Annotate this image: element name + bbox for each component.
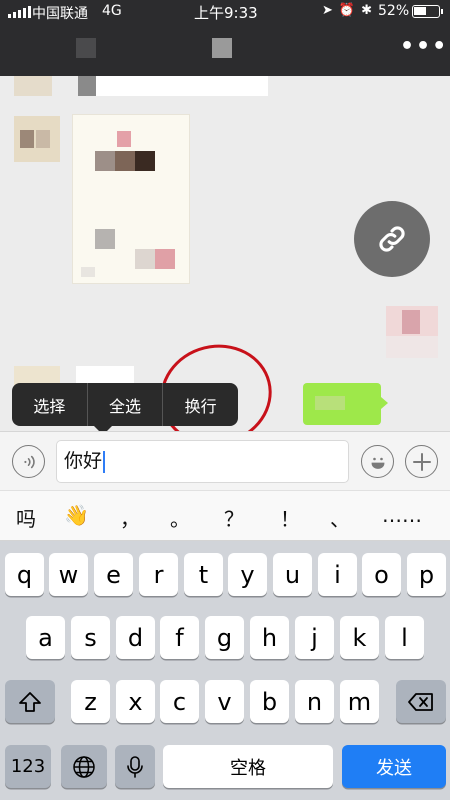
key-r[interactable]: r [139,553,178,596]
candidate-item[interactable]: 。 [170,503,190,532]
key-h[interactable]: h [250,616,289,659]
space-key[interactable]: 空格 [163,745,333,788]
status-time: 上午9:33 [194,4,258,22]
my-avatar-blurred[interactable] [386,306,438,358]
network-type: 4G [102,3,122,19]
key-j[interactable]: j [295,616,334,659]
key-y[interactable]: y [228,553,267,596]
plus-icon [412,452,431,471]
key-v[interactable]: v [205,680,244,723]
key-w[interactable]: w [49,553,88,596]
chat-title-blurred [212,38,232,58]
link-floating-button[interactable] [354,201,430,277]
key-t[interactable]: t [184,553,223,596]
image-message-blurred[interactable] [72,114,190,284]
message-input-bar: 你好 [0,431,450,490]
status-bar: 中国联通 4G 上午9:33 ➤⏰✱ 52% [0,0,450,24]
candidate-item[interactable]: ？ [224,503,244,532]
link-icon [379,226,405,252]
avatar-blurred[interactable] [14,76,52,96]
send-key[interactable]: 发送 [342,745,446,788]
back-button-blurred[interactable] [76,38,96,58]
key-f[interactable]: f [160,616,199,659]
key-c[interactable]: c [160,680,199,723]
keyboard: q w e r t y u i o p a s d f g h j k l z … [0,541,450,800]
text-context-menu: 选择 全选 换行 [12,383,238,426]
menu-select[interactable]: 选择 [12,383,88,426]
message-input[interactable]: 你好 [56,440,349,483]
shift-icon [19,691,41,712]
alarm-icon: ⏰ [338,3,362,18]
signal-strength-icon [8,6,31,18]
menu-select-all[interactable]: 全选 [88,383,164,426]
text-cursor [103,450,106,473]
candidate-item[interactable]: ， [120,503,140,532]
bluetooth-icon: ✱ [361,3,378,18]
voice-icon [23,455,35,468]
key-p[interactable]: p [407,553,446,596]
battery-percent: 52% [378,3,410,19]
key-z[interactable]: z [71,680,110,723]
key-q[interactable]: q [5,553,44,596]
menu-new-line[interactable]: 换行 [163,383,238,426]
key-a[interactable]: a [26,616,65,659]
ime-candidate-bar: 吗 👋 ， 。 ？ ！ 、 …… [0,490,450,541]
key-o[interactable]: o [362,553,401,596]
key-e[interactable]: e [94,553,133,596]
key-u[interactable]: u [273,553,312,596]
emoji-button[interactable] [361,445,394,478]
key-s[interactable]: s [71,616,110,659]
plus-more-button[interactable] [405,445,438,478]
message-input-text: 你好 [64,450,103,472]
key-b[interactable]: b [250,680,289,723]
key-x[interactable]: x [116,680,155,723]
top-bar: 中国联通 4G 上午9:33 ➤⏰✱ 52% ••• [0,0,450,76]
dictation-key[interactable] [115,745,155,788]
smiley-icon [371,457,384,469]
key-i[interactable]: i [318,553,357,596]
key-d[interactable]: d [116,616,155,659]
candidate-item[interactable]: 、 [330,503,350,532]
candidate-item[interactable]: …… [382,503,422,527]
candidate-item[interactable]: 👋 [64,503,89,527]
key-g[interactable]: g [205,616,244,659]
avatar-blurred[interactable] [14,116,60,162]
delete-key[interactable] [396,680,446,723]
more-options-icon[interactable]: ••• [400,34,448,59]
globe-key[interactable] [61,745,107,788]
battery-icon [412,5,443,18]
key-m[interactable]: m [340,680,379,723]
key-l[interactable]: l [385,616,424,659]
globe-icon [73,755,95,778]
key-n[interactable]: n [295,680,334,723]
message-blurred-bar [96,76,268,96]
key-k[interactable]: k [340,616,379,659]
candidate-item[interactable]: ！ [280,503,300,532]
numbers-key[interactable]: 123 [5,745,51,788]
candidate-item[interactable]: 吗 [16,503,36,532]
carrier-name: 中国联通 [32,6,88,22]
microphone-icon [127,755,143,778]
backspace-icon [408,692,433,711]
battery-level-fill [414,7,426,15]
shift-key[interactable] [5,680,55,723]
sent-message-bubble[interactable] [303,383,388,425]
location-arrow-icon: ➤ [322,3,339,18]
voice-input-button[interactable] [12,445,45,478]
